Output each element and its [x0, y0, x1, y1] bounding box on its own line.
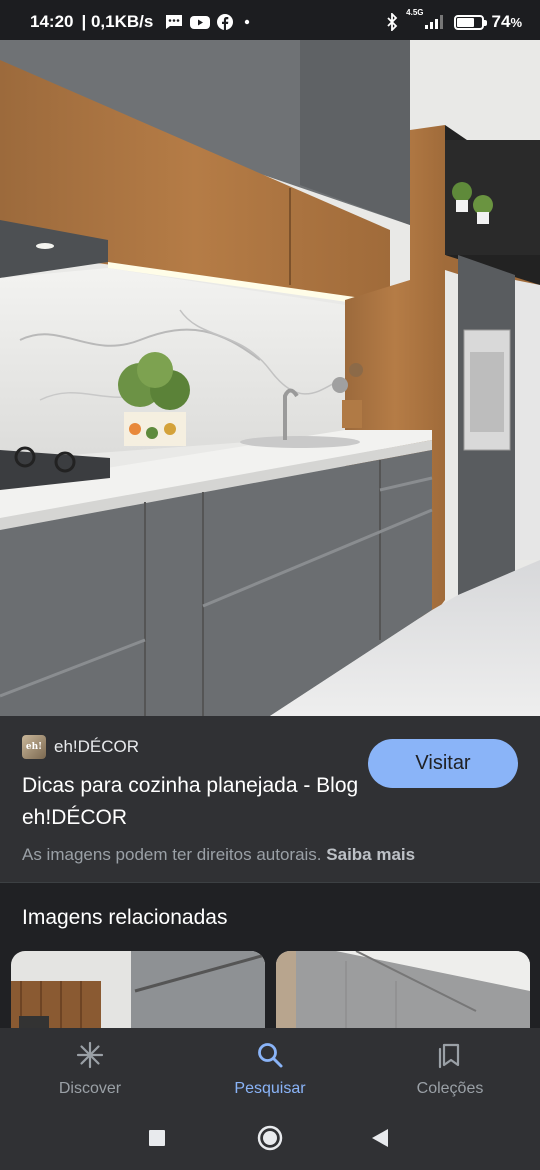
facebook-icon: [217, 14, 234, 30]
result-image[interactable]: [0, 40, 540, 716]
result-title[interactable]: Dicas para cozinha planejada - Blog eh!D…: [22, 770, 362, 834]
related-image-2[interactable]: [276, 951, 530, 1028]
asterisk-icon: [76, 1041, 104, 1074]
learn-more-link[interactable]: Saiba mais: [326, 845, 415, 864]
bluetooth-icon: [386, 13, 398, 31]
status-time: 14:20: [30, 12, 74, 31]
nav-discover-label: Discover: [58, 1080, 122, 1097]
nav-discover[interactable]: Discover: [0, 1028, 180, 1108]
nav-collections[interactable]: Coleções: [360, 1028, 540, 1108]
kitchen-photo: [0, 40, 540, 716]
bottom-navigation: Discover Pesquisar Coleções: [0, 1028, 540, 1108]
source-site[interactable]: eh! eh!DÉCOR: [22, 735, 139, 759]
result-info-panel: eh! eh!DÉCOR Dicas para cozinha planejad…: [0, 716, 540, 882]
dot-icon: [240, 15, 254, 29]
battery-level: [456, 17, 475, 27]
visit-button[interactable]: Visitar: [368, 739, 518, 788]
message-icon: [165, 14, 183, 30]
site-logo: eh!: [22, 735, 46, 759]
system-navigation-bar: [0, 1108, 540, 1170]
related-images-title: Imagens relacionadas: [22, 906, 228, 929]
status-bar: 14:20 | 0,1KB/s 4.5G 74%: [0, 0, 540, 44]
nav-search-label: Pesquisar: [234, 1080, 306, 1097]
network-speed: | 0,1KB/s: [81, 12, 154, 31]
copyright-text: As imagens podem ter direitos autorais.: [22, 845, 322, 864]
copyright-notice: As imagens podem ter direitos autorais. …: [22, 845, 415, 865]
nav-search[interactable]: Pesquisar: [180, 1028, 360, 1108]
home-button[interactable]: [257, 1125, 283, 1156]
battery-icon: [453, 14, 487, 30]
search-icon: [256, 1041, 284, 1074]
youtube-icon: [190, 15, 211, 30]
battery-level-text: 74%: [491, 12, 522, 31]
related-images-section: Imagens relacionadas: [0, 882, 540, 1028]
nav-collections-label: Coleções: [416, 1080, 484, 1097]
related-image-1[interactable]: [11, 951, 265, 1028]
collections-icon: [436, 1041, 464, 1074]
signal-icon: 4.5G: [406, 9, 445, 30]
back-button[interactable]: [371, 1128, 389, 1153]
site-name: eh!DÉCOR: [54, 737, 140, 756]
network-type: 4.5G: [406, 8, 424, 17]
recents-button[interactable]: [148, 1129, 166, 1152]
